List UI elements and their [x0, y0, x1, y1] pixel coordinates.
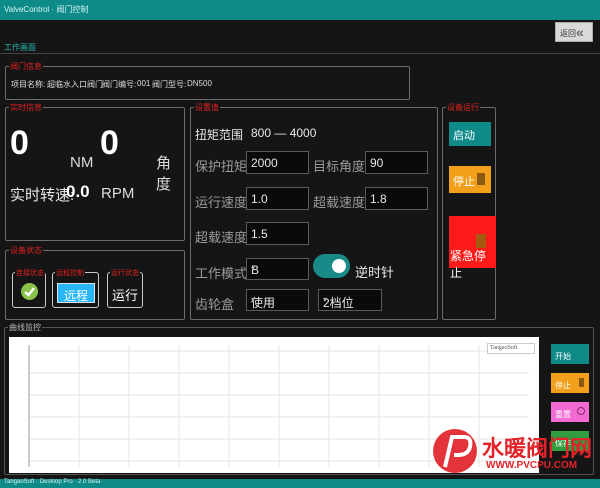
status-bar: TangaoSoft · Desktop Pro · 2.0 Beta [0, 479, 600, 488]
realtime-info-legend: 实时信息 [9, 102, 43, 113]
chevron-down-icon: ▾ [251, 295, 256, 304]
chart-stop-button[interactable]: 停止 [551, 373, 589, 393]
watermark-logo-icon [433, 429, 477, 473]
valve-info-group: 阀门信息 项目名称: 超临水入口阀门 阀门编号: 001 阀门型号: DN500 [5, 61, 410, 100]
valve-number-value: 001 [137, 79, 151, 88]
run-status-box: 运行状态 运行 [107, 268, 143, 308]
remote-control-box: 远程控制 远程 [52, 268, 99, 308]
connect-status-box: 连接状态 [12, 268, 46, 308]
chart-stop-label: 停止 [555, 381, 571, 390]
emergency-stop-label: 紧急停止 [450, 249, 487, 280]
chevron-down-icon: ▾ [323, 295, 328, 304]
work-mode-label: 工作模式 [195, 266, 248, 281]
stop-button-label: 停止 [453, 176, 475, 188]
stop-icon [477, 173, 485, 185]
device-status-group: 设备状态 连接状态 远程控制 远程 运行状态 运行 [5, 245, 185, 320]
project-name-value: 超临水入口阀门 [47, 80, 103, 89]
check-icon [21, 283, 38, 300]
overload-speed2-input[interactable]: 1.5 [246, 222, 309, 245]
gearbox-select[interactable]: 使用 ▾ [246, 289, 309, 311]
stop-icon [579, 378, 584, 387]
valve-model-value: DN500 [187, 79, 212, 88]
valve-number-label: 阀门编号: [102, 80, 137, 89]
remote-button-label: 远程 [64, 289, 89, 303]
emergency-stop-button[interactable]: 紧急停止 [449, 216, 496, 280]
torque-range-label: 扭矩范围 [195, 128, 244, 142]
start-button[interactable]: 启动 [449, 122, 491, 146]
protect-torque-value: 2000 [251, 156, 278, 170]
speed-label: 实时转速: [10, 187, 75, 204]
chart-reset-button[interactable]: 重置 [551, 402, 589, 422]
device-run-group: 设备运行 启动 停止 紧急停止 [442, 102, 496, 320]
back-button[interactable]: 返回 « [555, 22, 593, 42]
protect-torque-input[interactable]: 2000 [246, 151, 309, 174]
torque-value: 0 [10, 124, 29, 162]
tab-divider [0, 53, 600, 54]
start-button-label: 启动 [453, 130, 475, 142]
valve-model-label: 阀门型号: [152, 80, 187, 89]
window-title: ValveControl · 阀门控制 [4, 5, 89, 14]
status-bar-text: TangaoSoft · Desktop Pro · 2.0 Beta [4, 479, 101, 485]
back-button-label: 返回 [560, 29, 576, 38]
connect-status-label: 连接状态 [15, 268, 45, 278]
angle-unit: 角度 [156, 155, 172, 193]
run-speed-value: 1.0 [251, 192, 268, 206]
run-speed-label: 运行速度 [195, 195, 248, 210]
chevron-left-icon: « [576, 24, 584, 40]
protect-torque-label: 保护扭矩 [195, 159, 248, 174]
chevron-down-icon: ▾ [251, 264, 256, 273]
direction-toggle[interactable] [313, 254, 350, 278]
gear-select[interactable]: 2档位 ▾ [318, 289, 382, 311]
watermark-url: WWW.PVCPU.COM [486, 460, 578, 471]
overload-speed1-value: 1.8 [370, 192, 387, 206]
overload-speed1-input[interactable]: 1.8 [365, 187, 428, 210]
run-speed-input[interactable]: 1.0 [246, 187, 309, 210]
tab-work-screen[interactable]: 工作画面 [4, 42, 36, 53]
watermark-title: 水暖阀门网 [482, 436, 593, 461]
settings-legend: 设置值 [194, 102, 220, 113]
gearbox-label: 齿轮盒 [195, 297, 235, 312]
remote-button[interactable]: 远程 [57, 283, 95, 303]
run-status-value: 运行 [112, 288, 139, 303]
run-status-label: 运行状态 [110, 268, 140, 278]
chart-reset-label: 重置 [555, 410, 571, 419]
chart-legend: 曲线监控 [8, 322, 42, 333]
project-name-label: 项目名称: [11, 80, 46, 89]
torque-range-value: 800 — 4000 [251, 126, 317, 140]
chart-start-label: 开始 [555, 352, 571, 361]
estop-icon [476, 234, 486, 248]
angle-value: 0 [100, 124, 119, 162]
device-status-legend: 设备状态 [9, 245, 43, 256]
target-angle-label: 目标角度 [313, 159, 366, 174]
speed-value: 0.0 [66, 182, 90, 201]
chart-logo: TangaoSoft [487, 343, 535, 354]
work-mode-select[interactable]: B ▾ [246, 258, 309, 280]
overload-speed2-value: 1.5 [251, 227, 268, 241]
title-bar: ValveControl · 阀门控制 [0, 0, 600, 20]
device-run-legend: 设备运行 [446, 102, 480, 113]
direction-label: 逆时针 [355, 265, 395, 280]
valve-info-legend: 阀门信息 [9, 61, 43, 72]
settings-group: 设置值 扭矩范围 800 — 4000 保护扭矩 2000 目标角度 90 运行… [190, 102, 438, 320]
target-angle-value: 90 [370, 156, 384, 170]
chart-logo-text: TangaoSoft [490, 345, 518, 351]
speed-unit: RPM [101, 185, 135, 202]
remote-control-label: 远程控制 [55, 268, 85, 278]
stop-button[interactable]: 停止 [449, 166, 491, 193]
chart-start-button[interactable]: 开始 [551, 344, 589, 364]
reset-icon [577, 407, 585, 415]
realtime-info-group: 实时信息 0 NM 0 角度 实时转速: 0.0 RPM [5, 102, 185, 241]
toggle-knob [332, 259, 346, 273]
torque-unit: NM [70, 154, 94, 171]
target-angle-input[interactable]: 90 [365, 151, 428, 174]
overload-speed1-label: 超载速度1 [313, 195, 373, 210]
